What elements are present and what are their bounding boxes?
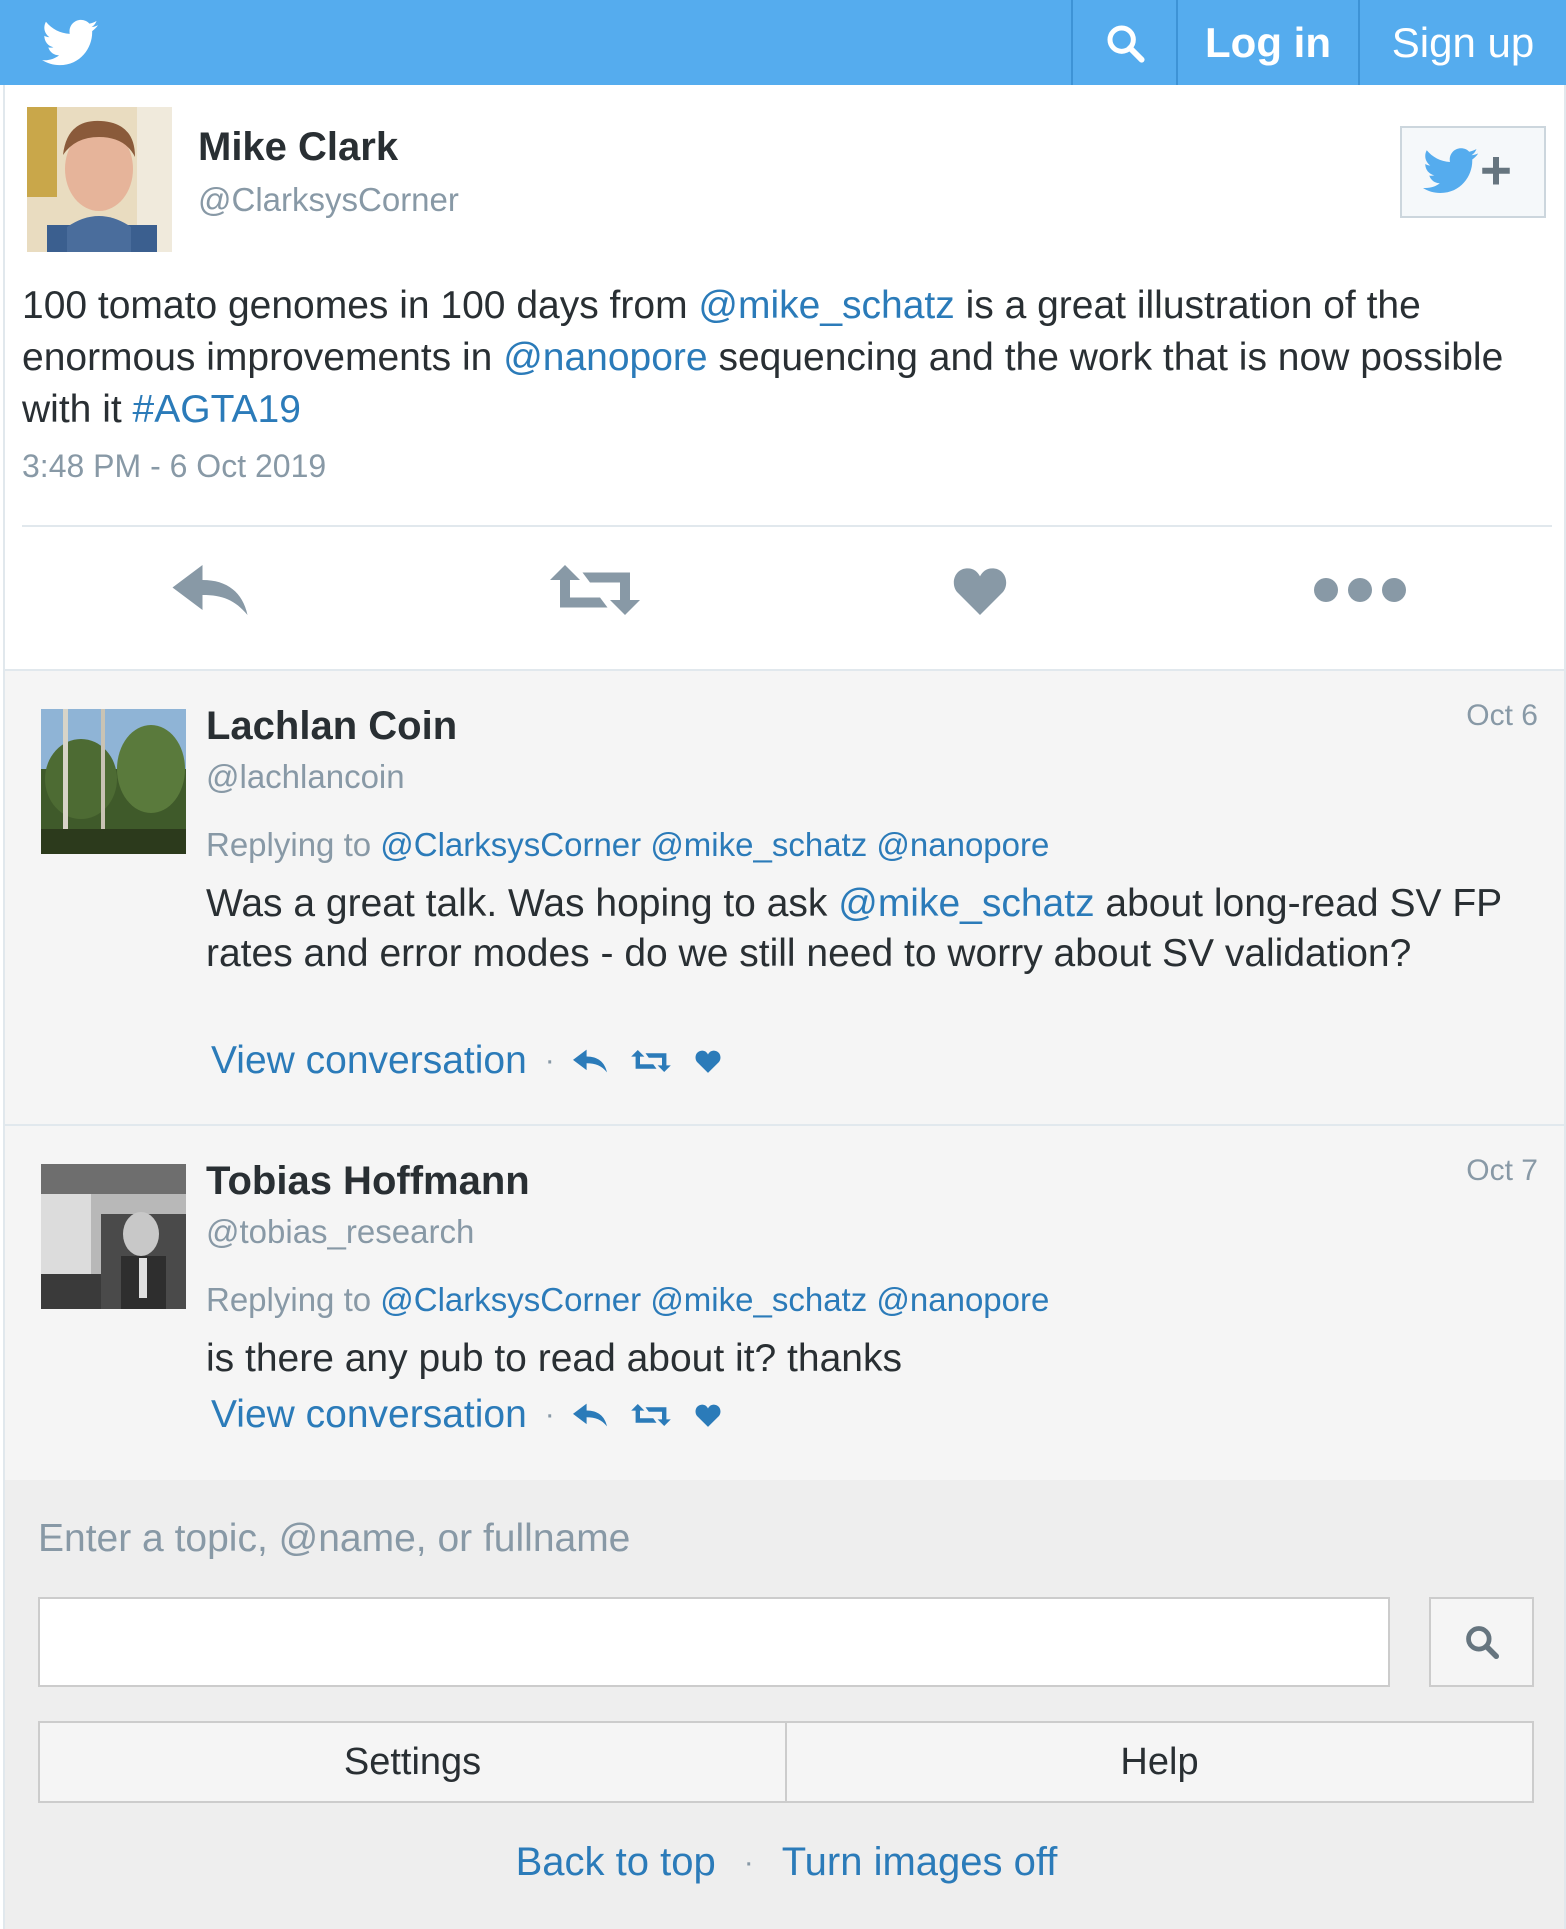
follow-button[interactable] <box>1400 126 1546 218</box>
search-label: Enter a topic, @name, or fullname <box>38 1517 631 1560</box>
mention-link[interactable]: @mike_schatz <box>698 284 954 327</box>
author-name[interactable]: Mike Clark <box>198 125 398 170</box>
reply-tweet: Lachlan Coin @lachlancoin Oct 6 Replying… <box>3 669 1566 1124</box>
main-tweet: Mike Clark @ClarksysCorner 100 tomato ge… <box>3 85 1566 669</box>
author-name[interactable]: Tobias Hoffmann <box>206 1159 530 1204</box>
settings-help-row: Settings Help <box>38 1721 1534 1803</box>
reply-actions: View conversation · <box>211 1039 745 1083</box>
settings-button[interactable]: Settings <box>40 1723 785 1801</box>
separator-dot: · <box>544 1398 555 1431</box>
like-icon <box>695 1050 721 1073</box>
like-button[interactable] <box>695 1403 721 1427</box>
replying-to: Replying to @ClarksysCorner @mike_schatz… <box>206 1281 1049 1319</box>
tweet-text: is there any pub to read about it? thank… <box>206 1337 902 1380</box>
retweet-button[interactable] <box>630 1404 671 1426</box>
reply-icon <box>572 1049 607 1073</box>
back-to-top-link[interactable]: Back to top <box>516 1840 716 1885</box>
divider <box>22 525 1552 527</box>
more-button[interactable] <box>1305 555 1415 625</box>
reply-button[interactable] <box>572 1049 607 1073</box>
tweet-text-part: 100 tomato genomes in 100 days from <box>22 284 699 327</box>
like-button[interactable] <box>925 555 1035 625</box>
user-photo <box>41 1164 186 1309</box>
replying-to: Replying to @ClarksysCorner @mike_schatz… <box>206 826 1049 864</box>
like-icon <box>695 1404 721 1427</box>
mention-link[interactable]: @nanopore <box>876 826 1049 863</box>
author-handle[interactable]: @tobias_research <box>206 1213 474 1251</box>
turn-images-off-link[interactable]: Turn images off <box>782 1840 1058 1885</box>
search-input[interactable] <box>38 1597 1390 1687</box>
more-icon <box>1314 578 1406 602</box>
mention-link[interactable]: @ClarksysCorner <box>380 1281 641 1318</box>
mention-link[interactable]: @ClarksysCorner <box>380 826 641 863</box>
search-button[interactable] <box>1071 0 1176 85</box>
mention-link[interactable]: @mike_schatz <box>838 882 1094 925</box>
twitter-bird-icon[interactable] <box>42 18 98 68</box>
replying-to-prefix: Replying to <box>206 826 381 863</box>
mention-link[interactable]: @nanopore <box>503 336 707 379</box>
view-conversation-link[interactable]: View conversation <box>211 1039 527 1083</box>
avatar[interactable] <box>41 709 186 854</box>
login-button[interactable]: Log in <box>1176 0 1358 85</box>
footer-links: Back to top · Turn images off <box>5 1840 1566 1885</box>
reply-icon <box>172 565 248 615</box>
reply-button[interactable] <box>572 1403 607 1427</box>
reply-actions: View conversation · <box>211 1393 745 1437</box>
tweet-text: 100 tomato genomes in 100 days from @mik… <box>22 280 1552 436</box>
view-conversation-link[interactable]: View conversation <box>211 1393 527 1437</box>
hashtag-link[interactable]: #AGTA19 <box>133 388 301 431</box>
top-navigation-bar: Log in Sign up <box>0 0 1566 85</box>
author-handle[interactable]: @ClarksysCorner <box>198 181 459 219</box>
avatar[interactable] <box>27 107 172 252</box>
search-icon <box>1107 25 1145 63</box>
help-button[interactable]: Help <box>785 1723 1532 1801</box>
reply-icon <box>572 1403 607 1427</box>
user-photo <box>27 107 172 252</box>
retweet-icon <box>630 1404 671 1426</box>
search-icon <box>1465 1626 1499 1660</box>
like-icon <box>953 568 1007 615</box>
user-photo <box>41 709 186 854</box>
author-handle[interactable]: @lachlancoin <box>206 758 405 796</box>
retweet-icon <box>550 565 640 615</box>
mention-link[interactable]: @mike_schatz <box>650 1281 867 1318</box>
separator-dot: · <box>743 1845 754 1879</box>
reply-button[interactable] <box>155 555 265 625</box>
tweet-text: Was a great talk. Was hoping to ask @mik… <box>206 879 1546 979</box>
like-button[interactable] <box>695 1049 721 1073</box>
mention-link[interactable]: @nanopore <box>876 1281 1049 1318</box>
replying-to-prefix: Replying to <box>206 1281 381 1318</box>
follow-icon <box>1423 148 1510 193</box>
retweet-button[interactable] <box>540 555 650 625</box>
author-name[interactable]: Lachlan Coin <box>206 704 457 749</box>
mention-link[interactable]: @mike_schatz <box>650 826 867 863</box>
tweet-text-part: Was a great talk. Was hoping to ask <box>206 882 839 925</box>
avatar[interactable] <box>41 1164 186 1309</box>
bottom-search-area: Enter a topic, @name, or fullname Settin… <box>3 1480 1566 1929</box>
tweet-timestamp[interactable]: 3:48 PM - 6 Oct 2019 <box>22 448 326 485</box>
separator-dot: · <box>544 1044 555 1077</box>
tweet-date[interactable]: Oct 6 <box>1466 699 1538 733</box>
retweet-icon <box>630 1050 671 1072</box>
retweet-button[interactable] <box>630 1050 671 1072</box>
search-submit-button[interactable] <box>1429 1597 1534 1687</box>
tweet-date[interactable]: Oct 7 <box>1466 1154 1538 1188</box>
reply-tweet: Tobias Hoffmann @tobias_research Oct 7 R… <box>3 1124 1566 1480</box>
signup-button[interactable]: Sign up <box>1358 0 1566 85</box>
